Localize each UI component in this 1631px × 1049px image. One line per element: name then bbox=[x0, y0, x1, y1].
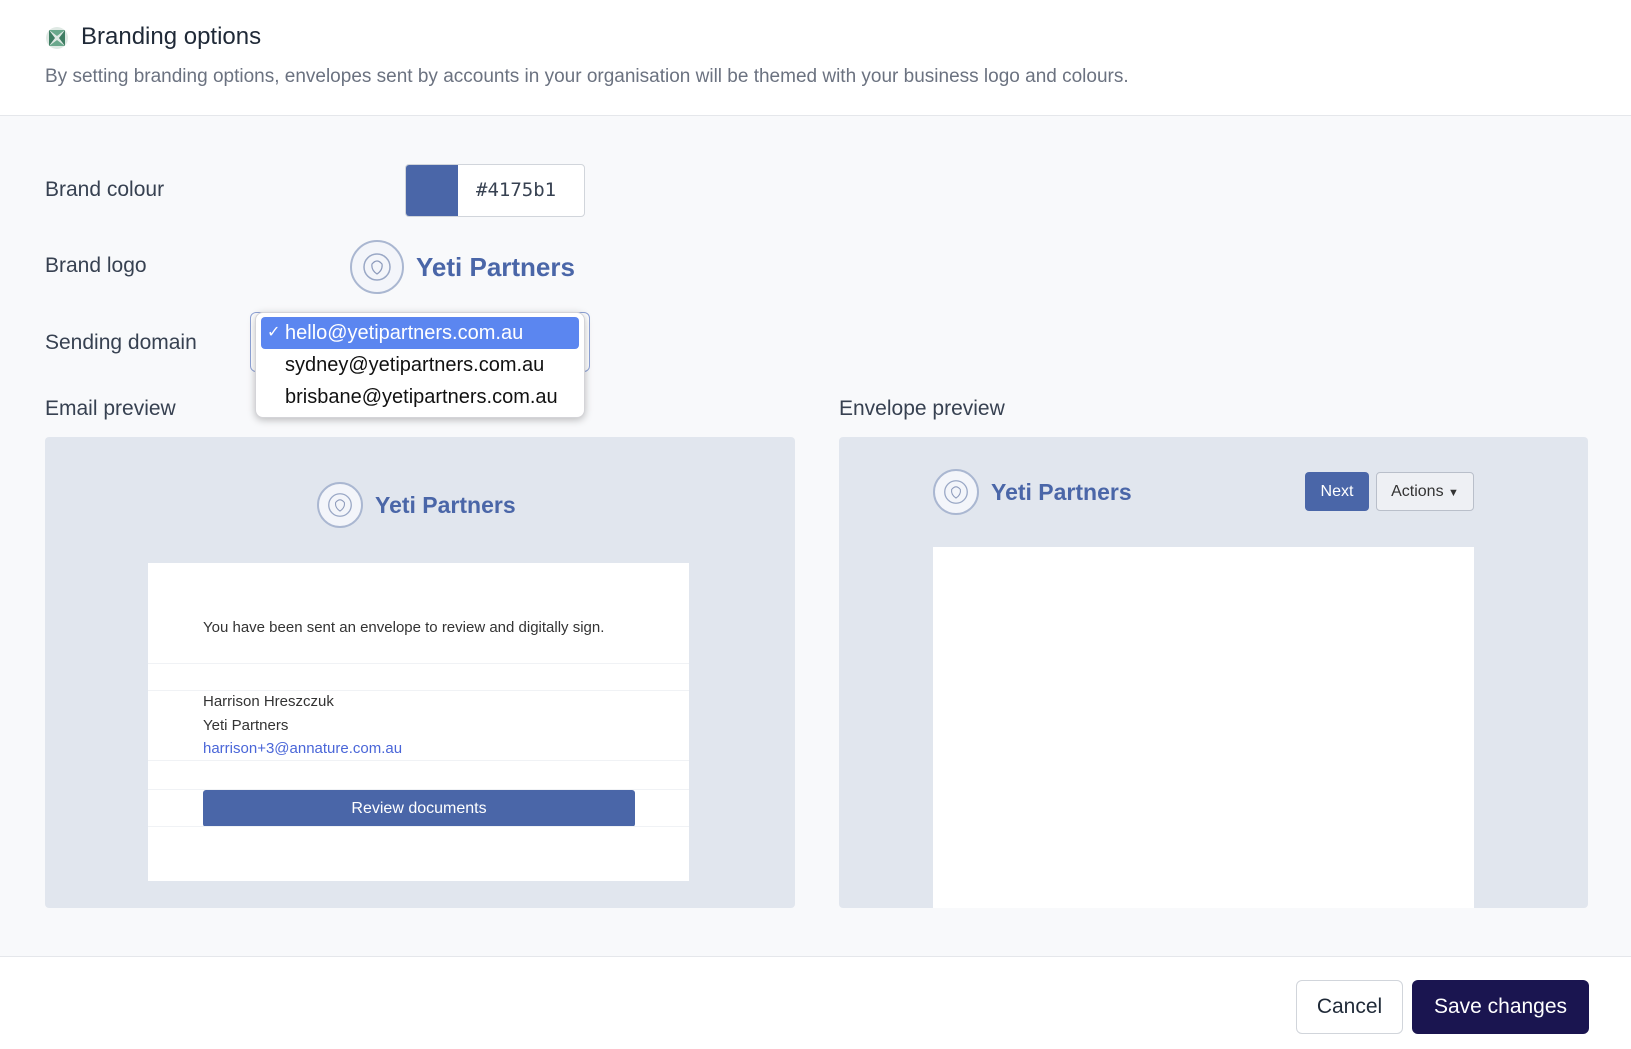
sending-domain-dropdown[interactable]: ✓ hello@yetipartners.com.au sydney@yetipa… bbox=[255, 312, 585, 418]
envelope-preview-logo: Yeti Partners bbox=[933, 469, 1132, 515]
brand-colour-field[interactable]: #4175b1 bbox=[405, 164, 585, 217]
divider bbox=[148, 826, 689, 827]
divider bbox=[148, 760, 689, 761]
sending-domain-label: Sending domain bbox=[45, 331, 197, 354]
email-preview-logo: Yeti Partners bbox=[317, 482, 516, 528]
divider bbox=[148, 663, 689, 664]
review-documents-button[interactable]: Review documents bbox=[203, 790, 635, 827]
email-logo-name: Yeti Partners bbox=[375, 491, 516, 518]
envelope-document-page bbox=[933, 547, 1474, 908]
sender-email-link[interactable]: harrison+3@annature.com.au bbox=[203, 737, 402, 761]
envelope-preview-label: Envelope preview bbox=[839, 397, 1005, 420]
brand-logo-name: Yeti Partners bbox=[416, 251, 575, 282]
domain-option[interactable]: brisbane@yetipartners.com.au bbox=[261, 381, 579, 413]
caret-down-icon: ▼ bbox=[1448, 487, 1459, 499]
envelope-logo-name: Yeti Partners bbox=[991, 478, 1132, 505]
email-preview-label: Email preview bbox=[45, 397, 176, 420]
page-header: Branding options By setting branding opt… bbox=[0, 0, 1631, 116]
lion-seal-icon bbox=[317, 482, 363, 528]
lion-seal-icon bbox=[350, 240, 404, 294]
sender-company: Yeti Partners bbox=[203, 717, 289, 734]
next-button[interactable]: Next bbox=[1305, 472, 1369, 511]
actions-label: Actions bbox=[1391, 483, 1444, 500]
branding-icon bbox=[46, 27, 68, 49]
lion-seal-icon bbox=[933, 469, 979, 515]
check-icon: ✓ bbox=[267, 324, 281, 341]
cancel-button[interactable]: Cancel bbox=[1296, 980, 1403, 1034]
domain-option[interactable]: sydney@yetipartners.com.au bbox=[261, 349, 579, 381]
brand-colour-label: Brand colour bbox=[45, 178, 165, 201]
page-title: Branding options bbox=[81, 23, 262, 50]
sender-name: Harrison Hreszczuk bbox=[203, 693, 334, 710]
save-changes-button[interactable]: Save changes bbox=[1412, 980, 1589, 1034]
domain-option[interactable]: ✓ hello@yetipartners.com.au bbox=[261, 317, 579, 349]
colour-hex-value[interactable]: #4175b1 bbox=[476, 179, 556, 201]
brand-logo-label: Brand logo bbox=[45, 254, 147, 277]
email-card: You have been sent an envelope to review… bbox=[148, 563, 689, 881]
actions-button[interactable]: Actions ▼ bbox=[1376, 472, 1474, 511]
colour-swatch[interactable] bbox=[406, 165, 458, 216]
email-message: You have been sent an envelope to review… bbox=[203, 619, 605, 636]
brand-logo[interactable]: Yeti Partners bbox=[350, 240, 575, 294]
page-description: By setting branding options, envelopes s… bbox=[45, 66, 1129, 87]
